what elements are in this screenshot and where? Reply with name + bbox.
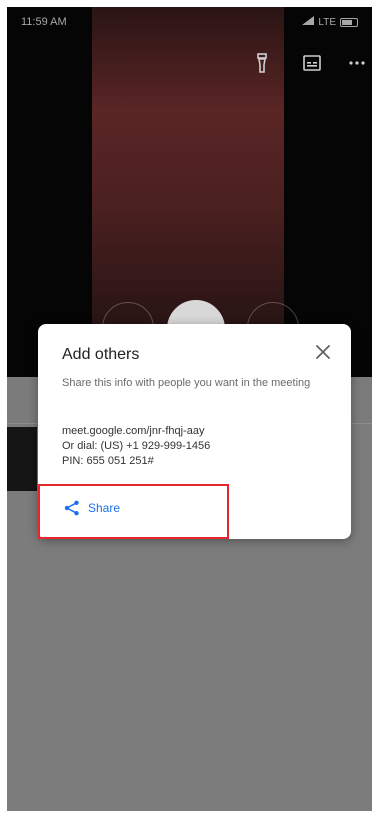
signal-icon <box>302 16 315 28</box>
share-button[interactable]: Share <box>58 494 126 522</box>
captions-icon[interactable] <box>300 51 324 75</box>
meeting-link: meet.google.com/jnr-fhqj-aay <box>62 425 205 437</box>
status-bar: 11:59 AM LTE <box>7 7 372 37</box>
share-icon <box>64 500 79 516</box>
dialog-title: Add others <box>62 346 140 363</box>
add-others-dialog: Add others Share this info with people y… <box>38 324 351 539</box>
meeting-pin: PIN: 655 051 251# <box>62 455 154 467</box>
network-label: LTE <box>318 16 336 28</box>
dialog-description: Share this info with people you want in … <box>62 377 311 389</box>
status-indicators: LTE <box>302 16 358 28</box>
flash-icon[interactable] <box>250 51 274 75</box>
video-area: 11:59 AM LTE <box>7 7 372 377</box>
more-options-icon[interactable] <box>345 51 369 75</box>
top-toolbar <box>7 51 372 77</box>
close-icon <box>316 345 330 359</box>
meeting-info: meet.google.com/jnr-fhqj-aay Or dial: (U… <box>62 424 210 469</box>
dial-in-number: Or dial: (US) +1 929-999-1456 <box>62 440 211 452</box>
battery-icon <box>340 17 358 27</box>
share-label: Share <box>88 501 121 515</box>
close-button[interactable] <box>311 340 335 364</box>
scrim-lower <box>7 491 372 811</box>
participant-strip <box>7 427 37 491</box>
status-time: 11:59 AM <box>21 16 67 28</box>
